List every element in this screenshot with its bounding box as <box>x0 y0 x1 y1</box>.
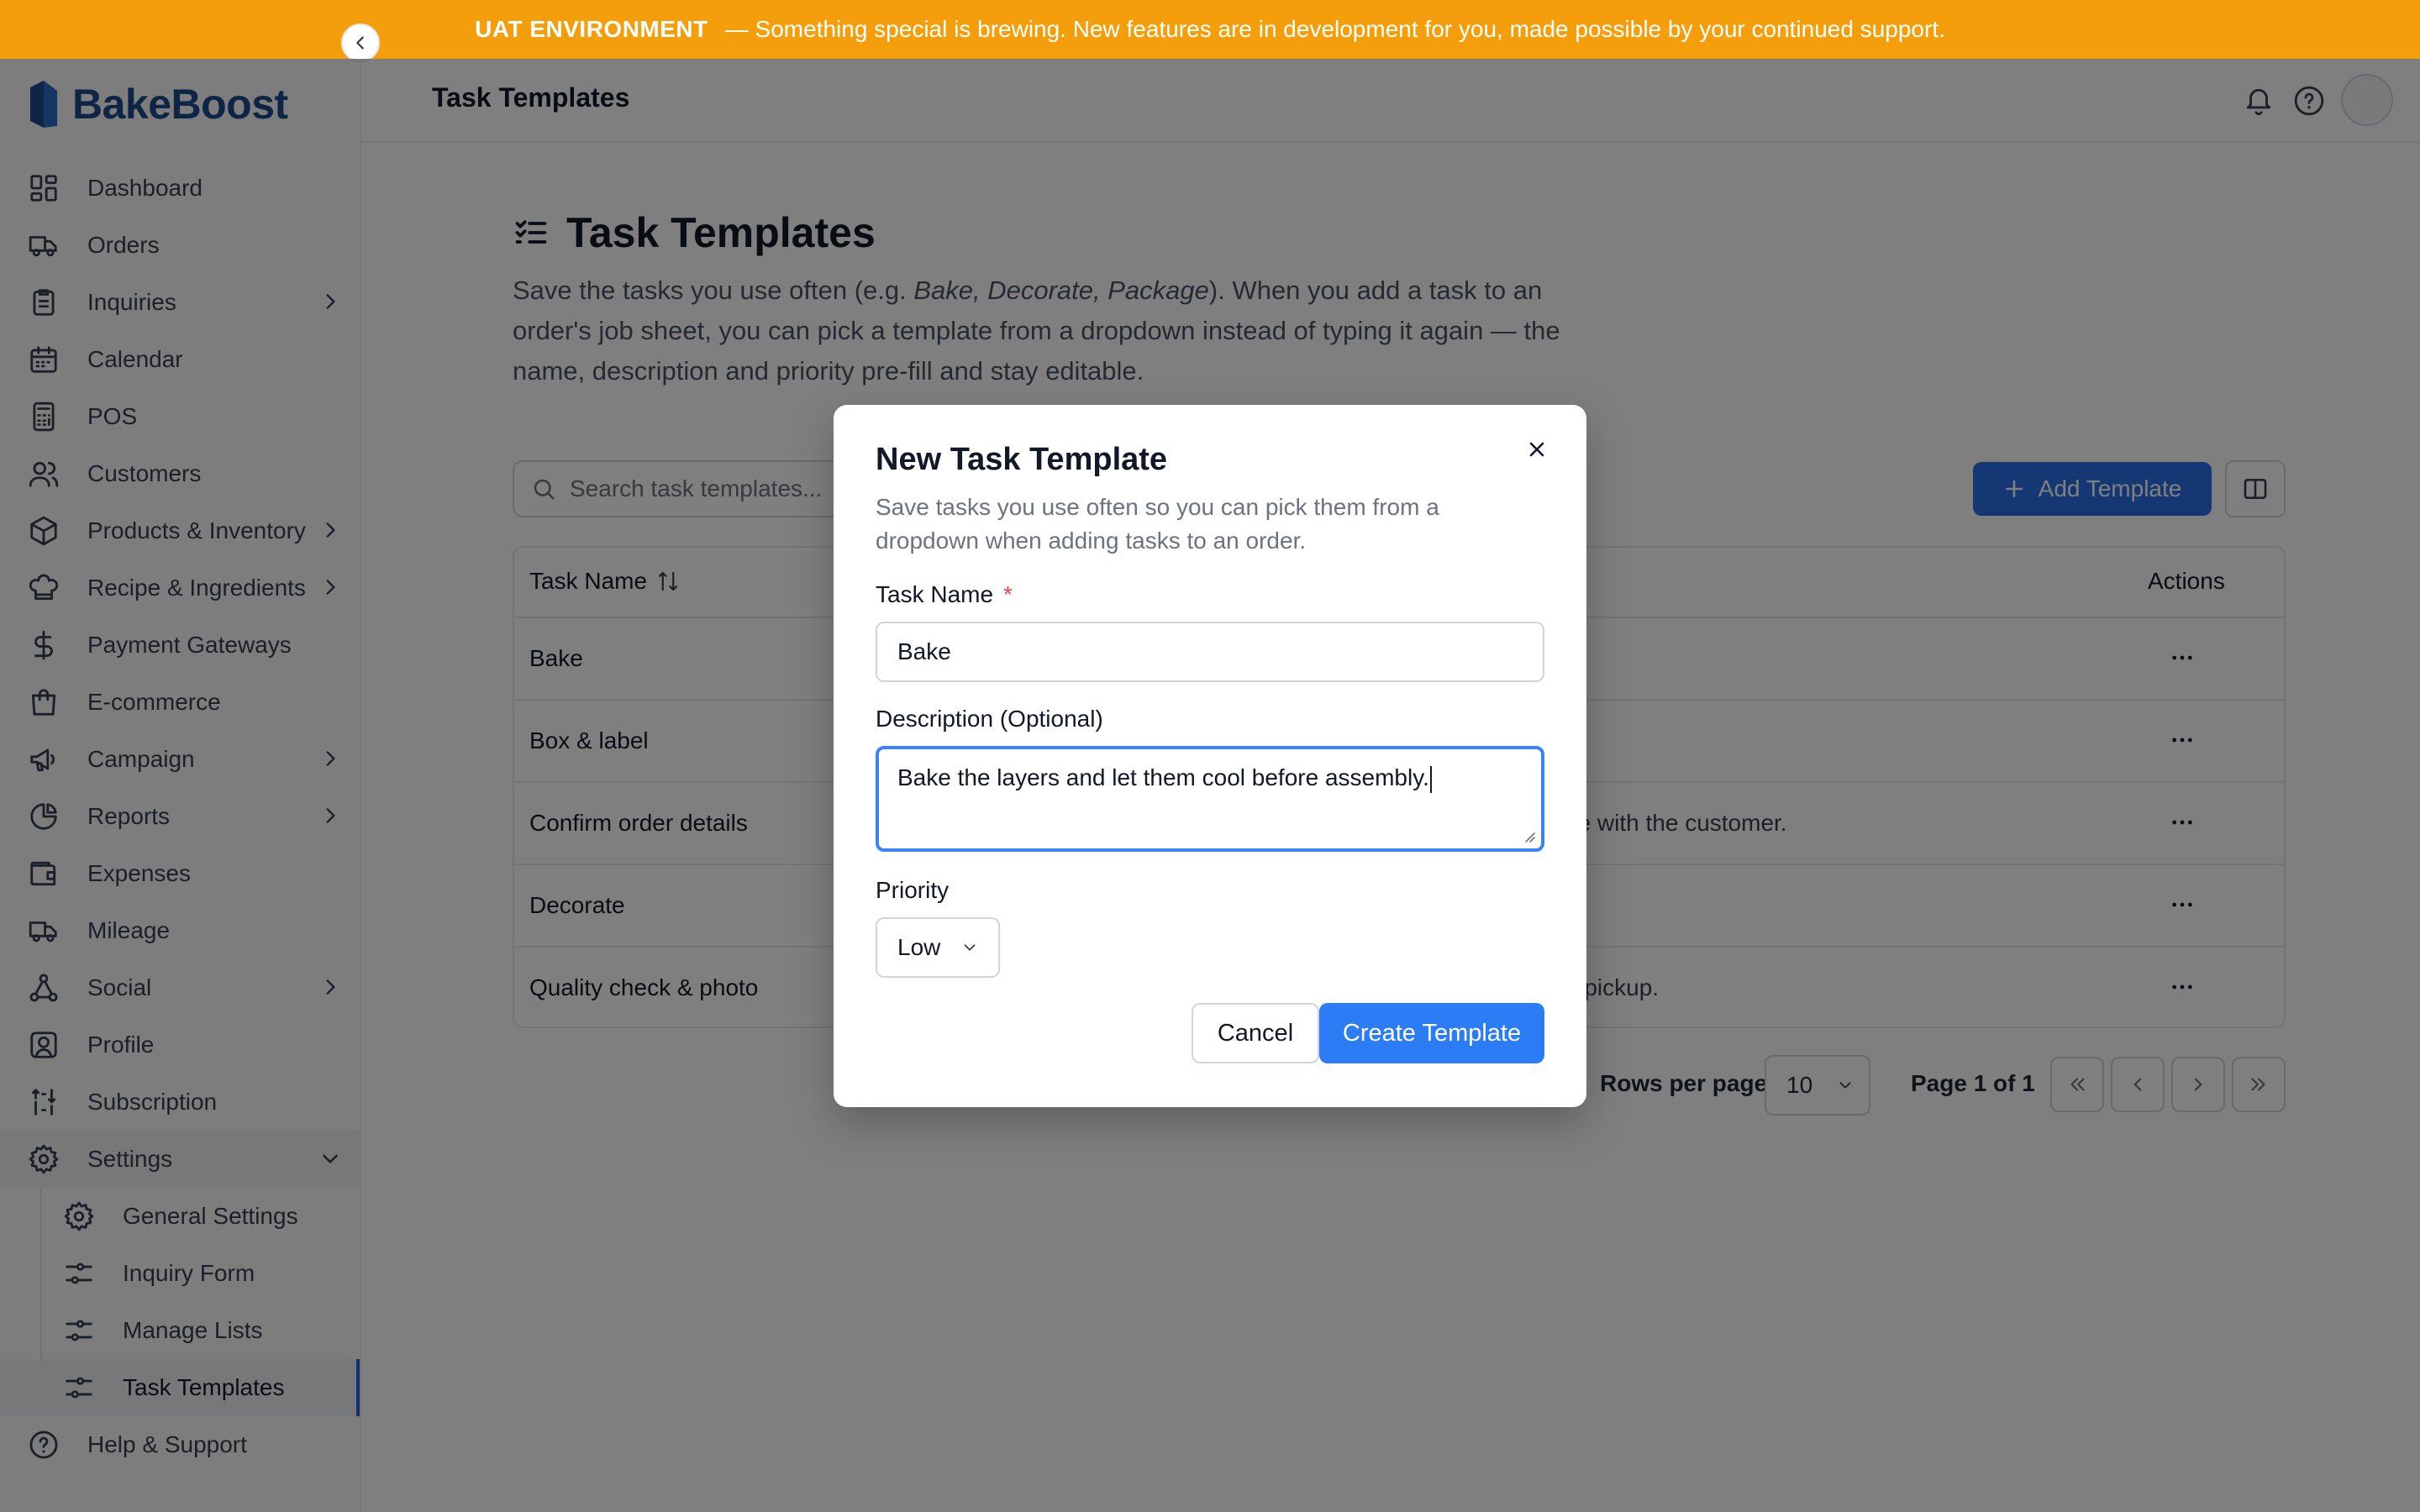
chevron-left-icon <box>356 36 364 50</box>
close-icon <box>1529 442 1544 457</box>
environment-message: — Something special is brewing. New feat… <box>724 16 1945 42</box>
environment-label: UAT ENVIRONMENT <box>475 16 708 42</box>
text-caret <box>1429 765 1432 793</box>
description-label: Description (Optional) <box>876 706 1103 732</box>
dialog-description: Save tasks you use often so you can pick… <box>876 494 1439 554</box>
task-name-label: Task Name * <box>876 581 1013 608</box>
new-task-template-dialog: New Task Template Save tasks you use oft… <box>834 405 1586 1107</box>
resize-handle-icon[interactable] <box>1521 828 1536 843</box>
description-textarea[interactable]: Bake the layers and let them cool before… <box>876 746 1544 852</box>
cancel-button[interactable]: Cancel <box>1192 1003 1319 1063</box>
priority-value: Low <box>897 934 941 960</box>
task-name-value: Bake <box>897 638 951 664</box>
close-dialog-button[interactable] <box>1518 430 1556 469</box>
create-template-button[interactable]: Create Template <box>1319 1003 1544 1063</box>
priority-select[interactable]: Low <box>876 917 1000 978</box>
description-value: Bake the layers and let them cool before… <box>897 764 1429 790</box>
collapse-sidebar-button[interactable] <box>341 24 380 62</box>
chevron-down-icon <box>964 944 976 951</box>
priority-label: Priority <box>876 877 950 903</box>
task-name-input[interactable]: Bake <box>876 622 1544 682</box>
task-name-label-text: Task Name <box>876 581 994 607</box>
dialog-title: New Task Template <box>876 442 1168 477</box>
required-indicator: * <box>1003 581 1013 607</box>
